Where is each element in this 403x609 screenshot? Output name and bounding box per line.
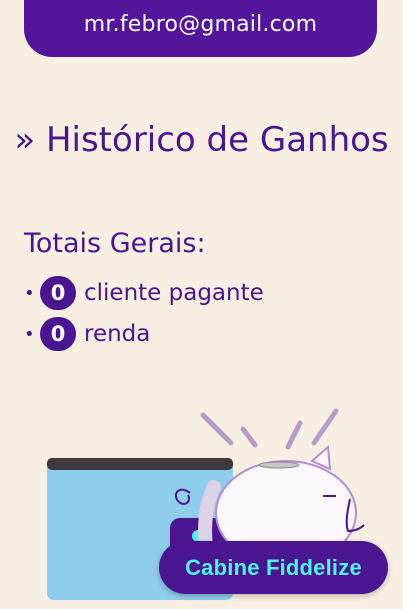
count-badge: 0 bbox=[40, 276, 76, 310]
stat-label: renda bbox=[84, 321, 151, 347]
stat-label: cliente pagante bbox=[84, 280, 264, 306]
stat-income: • 0 renda bbox=[24, 317, 150, 351]
count-badge: 0 bbox=[40, 317, 76, 351]
sparkle-lines-icon bbox=[200, 408, 339, 450]
account-email: mr.febro@gmail.com bbox=[83, 12, 318, 37]
page-title: » Histórico de Ganhos bbox=[14, 120, 389, 160]
cabine-fiddelize-button[interactable]: Cabine Fiddelize bbox=[159, 541, 388, 594]
cabine-fiddelize-label: Cabine Fiddelize bbox=[185, 554, 362, 580]
totals-heading: Totais Gerais: bbox=[24, 228, 206, 259]
bullet: • bbox=[24, 282, 35, 304]
stat-paying-customers: • 0 cliente pagante bbox=[24, 276, 264, 310]
bullet: • bbox=[24, 323, 35, 345]
account-email-banner: mr.febro@gmail.com bbox=[24, 0, 377, 57]
